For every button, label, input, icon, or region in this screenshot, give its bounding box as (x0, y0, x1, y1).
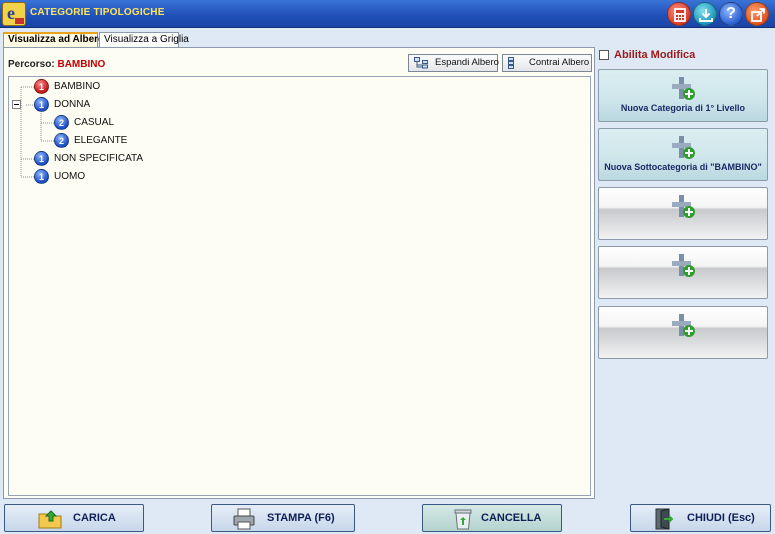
enable-edit-label: Abilita Modifica (614, 49, 696, 61)
expand-tree-button[interactable]: Espandi Albero (408, 54, 499, 72)
empty-action-button-5[interactable] (598, 306, 768, 359)
collapse-tree-label: Contrai Albero (529, 57, 590, 68)
tab-albero[interactable]: Visualizza ad Albero (3, 32, 104, 47)
tree-node-label: CASUAL (74, 117, 115, 128)
delete-label: CANCELLA (481, 512, 542, 524)
print-button[interactable]: STAMPA (F6) (211, 504, 355, 532)
app-logo-icon (2, 2, 26, 26)
level-badge-icon: 1 (34, 79, 49, 94)
path-display: Percorso: BAMBINO (8, 59, 105, 70)
close-label: CHIUDI (Esc) (687, 512, 755, 524)
path-label: Percorso: (8, 59, 55, 70)
tree-node-label: UOMO (54, 171, 86, 182)
delete-button[interactable]: CANCELLA (422, 504, 562, 532)
expand-tree-icon (414, 57, 428, 69)
expand-tree-label: Espandi Albero (435, 57, 499, 68)
print-label: STAMPA (F6) (267, 512, 335, 524)
new-subcategory-label: Nuova Sottocategoria di "BAMBINO" (604, 162, 762, 172)
add-node-icon (672, 254, 695, 277)
empty-action-button-3[interactable] (598, 187, 768, 240)
actions-panel: Abilita Modifica Nuova Categoria di 1° L… (596, 28, 775, 500)
printer-icon (233, 508, 255, 530)
level-badge-icon: 1 (34, 169, 49, 184)
expand-collapse-toggle[interactable] (12, 100, 21, 109)
add-node-icon (672, 195, 695, 218)
exit-door-icon (655, 508, 673, 530)
level-badge-icon: 1 (34, 97, 49, 112)
path-value: BAMBINO (57, 59, 106, 70)
add-node-icon (672, 77, 695, 100)
tree-node-label: NON SPECIFICATA (54, 153, 144, 164)
category-tree[interactable]: 1 BAMBINO 1 DONNA 2 CASUAL 2 ELEGANTE 1 … (8, 76, 591, 496)
tree-node-label: ELEGANTE (74, 135, 128, 146)
new-subcategory-button[interactable]: Nuova Sottocategoria di "BAMBINO" (598, 128, 768, 181)
collapse-tree-button[interactable]: Contrai Albero (502, 54, 592, 72)
calculator-icon[interactable] (667, 2, 691, 26)
collapse-tree-icon (508, 57, 514, 69)
enable-edit-checkbox[interactable] (599, 50, 609, 60)
title-bar: CATEGORIE TIPOLOGICHE ? (0, 0, 775, 28)
add-node-icon (672, 136, 695, 159)
load-button[interactable]: CARICA (4, 504, 144, 532)
level-badge-icon: 2 (54, 133, 69, 148)
exit-icon[interactable] (745, 2, 769, 26)
empty-action-button-4[interactable] (598, 246, 768, 299)
new-category-button[interactable]: Nuova Categoria di 1° Livello (598, 69, 768, 122)
new-category-label: Nuova Categoria di 1° Livello (620, 103, 746, 113)
tree-node-label: DONNA (54, 99, 91, 110)
window-title: CATEGORIE TIPOLOGICHE (30, 7, 165, 18)
tree-panel: Percorso: BAMBINO Espandi Albero Contrai… (3, 47, 595, 499)
tree-node-label: BAMBINO (54, 81, 101, 92)
trash-bin-icon (454, 509, 472, 530)
level-badge-icon: 2 (54, 115, 69, 130)
close-button[interactable]: CHIUDI (Esc) (630, 504, 771, 532)
download-icon[interactable] (693, 2, 717, 26)
add-node-icon (672, 314, 695, 337)
load-label: CARICA (73, 512, 116, 524)
level-badge-icon: 1 (34, 151, 49, 166)
tab-griglia[interactable]: Visualizza a Griglia (99, 32, 189, 47)
help-icon[interactable]: ? (719, 2, 743, 26)
folder-upload-icon (38, 510, 62, 529)
